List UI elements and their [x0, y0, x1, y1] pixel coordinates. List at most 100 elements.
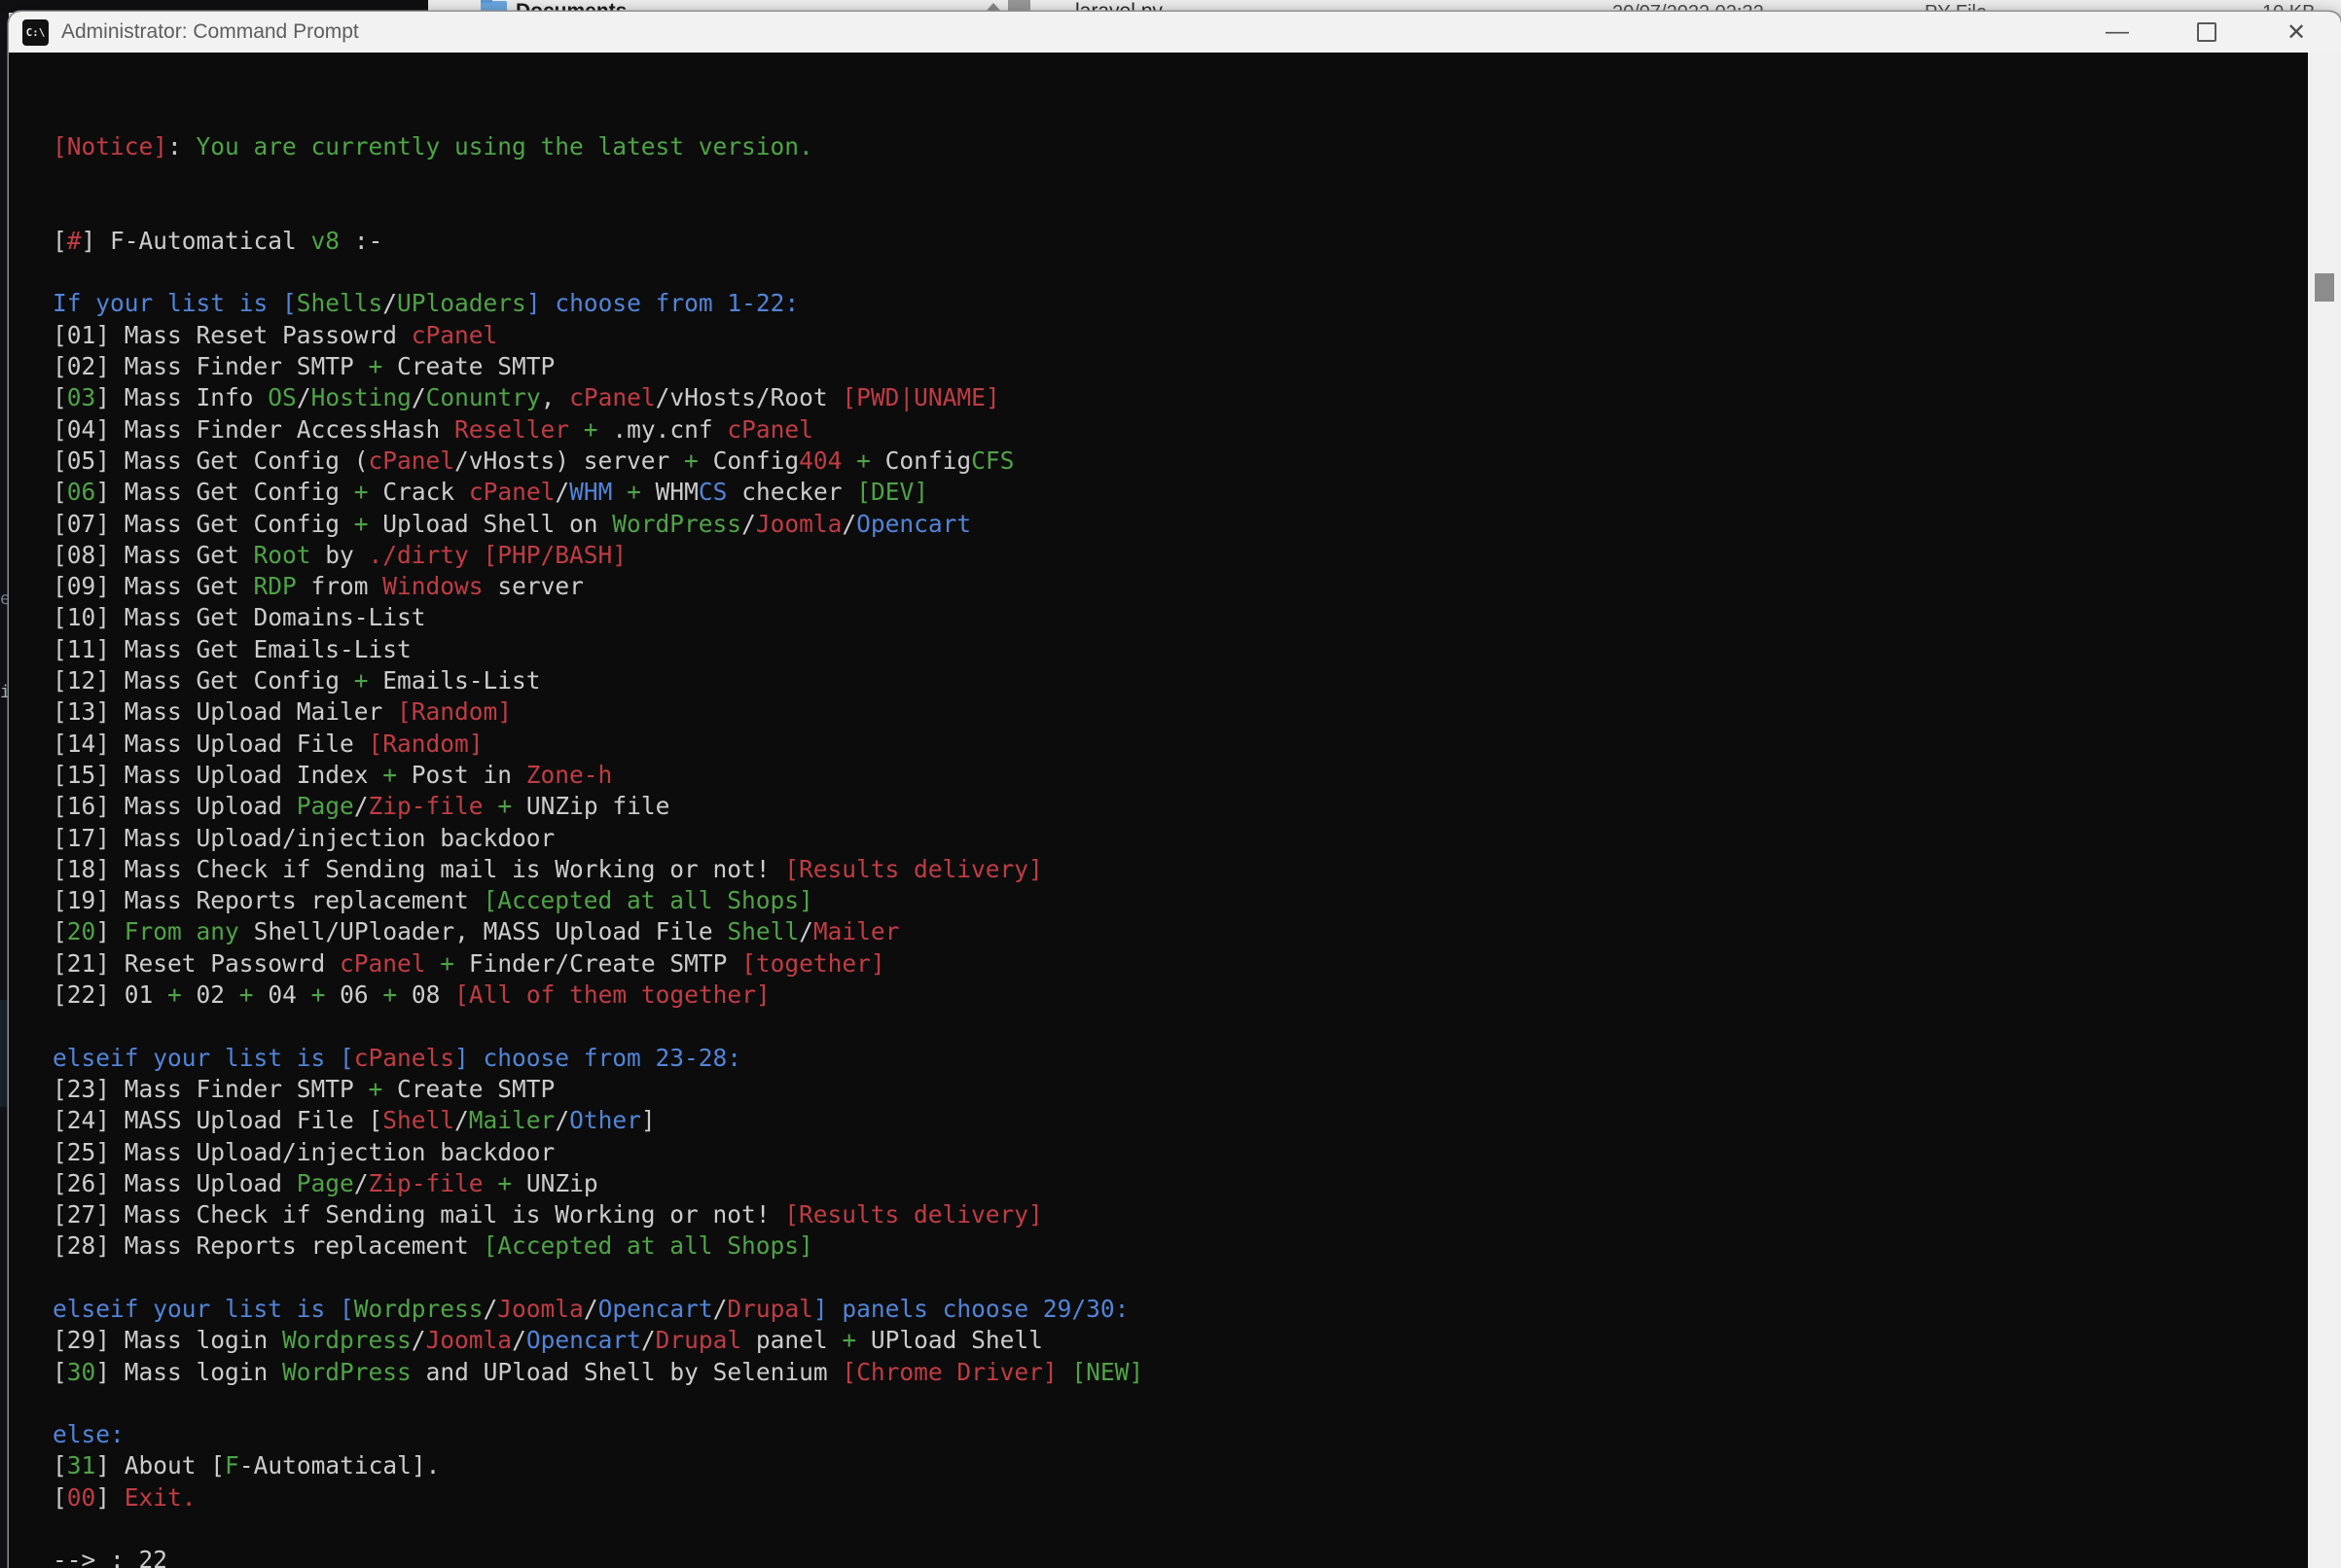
- terminal-text-segment: /: [354, 1169, 369, 1197]
- terminal-line: [04] Mass Finder AccessHash Reseller + .…: [53, 414, 2308, 445]
- terminal-text-segment: [: [53, 478, 67, 506]
- terminal-text-segment: WHM: [641, 478, 699, 506]
- terminal-line: [12] Mass Get Config + Emails-List: [53, 665, 2308, 696]
- terminal-text-segment: +: [382, 980, 397, 1009]
- terminal-line: [00] Exit.: [53, 1482, 2308, 1514]
- terminal-text-segment: [together]: [741, 949, 885, 978]
- terminal-line: [05] Mass Get Config (cPanel/vHosts) ser…: [53, 445, 2308, 477]
- terminal-text-segment: +: [684, 446, 699, 475]
- terminal-text-segment: +: [856, 446, 871, 475]
- terminal-text-segment: +: [354, 666, 369, 695]
- terminal-text-segment: Mailer: [469, 1106, 556, 1134]
- terminal-text-segment: ] panels choose 29/30:: [813, 1295, 1130, 1323]
- terminal-text-segment: /vHosts/Root: [656, 383, 843, 411]
- terminal-text-segment: WordPress: [282, 1358, 412, 1386]
- terminal-text-segment: Drupal: [727, 1295, 813, 1323]
- terminal-text-segment: [10] Mass Get Domains-List: [53, 603, 426, 631]
- terminal-text-segment: 02: [182, 980, 239, 1009]
- close-button[interactable]: ✕: [2251, 12, 2341, 53]
- terminal-text-segment: Root: [254, 541, 311, 569]
- terminal-text-segment: [15] Mass Upload Index: [53, 761, 382, 789]
- terminal-text-segment: [612, 478, 627, 506]
- terminal-text-segment: [29] Mass login: [53, 1326, 282, 1354]
- terminal-text-segment: You are currently using the latest versi…: [182, 132, 813, 160]
- terminal-text-segment: +: [354, 478, 369, 506]
- terminal-text-segment: by: [311, 541, 369, 569]
- close-icon: ✕: [2287, 18, 2306, 47]
- terminal-text-segment: +: [354, 510, 369, 538]
- terminal-text-segment: [: [53, 1451, 67, 1479]
- terminal-line: [53, 162, 2308, 194]
- terminal-text-segment: /: [454, 1106, 469, 1134]
- terminal-text-segment: 03: [67, 383, 96, 411]
- minimize-button[interactable]: —: [2072, 12, 2162, 53]
- terminal-text-segment: #: [67, 227, 82, 255]
- terminal-text-segment: Zip-file: [369, 792, 484, 820]
- terminal-line: [14] Mass Upload File [Random]: [53, 729, 2308, 760]
- terminal-text-segment: Drupal: [656, 1326, 742, 1354]
- terminal-text-segment: elseif your list is [: [53, 1295, 354, 1323]
- terminal-text-segment: ] F-Automatical: [82, 227, 311, 255]
- terminal-text-segment: [21] Reset Passowrd: [53, 949, 340, 978]
- terminal-text-segment: +: [842, 1326, 856, 1354]
- maximize-button[interactable]: [2162, 12, 2251, 53]
- terminal-line: [22] 01 + 02 + 04 + 06 + 08 [All of them…: [53, 980, 2308, 1011]
- terminal-text-segment: panel: [741, 1326, 842, 1354]
- terminal-text-segment: [NEW]: [1071, 1358, 1143, 1386]
- terminal-text-segment: [08] Mass Get: [53, 541, 254, 569]
- cmd-icon[interactable]: C:\: [22, 19, 49, 46]
- terminal-text-segment: RDP: [254, 572, 297, 600]
- terminal-text-segment: /: [713, 1295, 728, 1323]
- terminal-text-segment: [07] Mass Get Config: [53, 510, 354, 538]
- terminal-line: [18] Mass Check if Sending mail is Worki…: [53, 854, 2308, 885]
- terminal-text-segment: [09] Mass Get: [53, 572, 254, 600]
- terminal-text-segment: CS: [699, 478, 728, 506]
- terminal-text-segment: else:: [53, 1420, 125, 1448]
- terminal-line: [08] Mass Get Root by ./dirty [PHP/BASH]: [53, 540, 2308, 571]
- terminal-line: [11] Mass Get Emails-List: [53, 634, 2308, 665]
- terminal-text-segment: /: [741, 510, 756, 538]
- terminal-line: [53, 1388, 2308, 1419]
- terminal-scrollbar[interactable]: [2308, 53, 2341, 1568]
- terminal-text-segment: [1058, 1358, 1072, 1386]
- terminal-output[interactable]: [Notice]: You are currently using the la…: [9, 53, 2308, 1568]
- terminal-text-segment: [: [53, 227, 67, 255]
- terminal-text-segment: [Results delivery]: [784, 855, 1043, 883]
- terminal-line: [19] Mass Reports replacement [Accepted …: [53, 885, 2308, 916]
- maximize-icon: [2197, 22, 2216, 42]
- terminal-text-segment: server: [484, 572, 584, 600]
- titlebar[interactable]: C:\ Administrator: Command Prompt — ✕: [9, 12, 2341, 53]
- terminal-scrollbar-thumb[interactable]: [2315, 273, 2334, 302]
- terminal-text-segment: /vHosts) server: [454, 446, 684, 475]
- terminal-text-segment: Zone-h: [526, 761, 613, 789]
- terminal-text-segment: [569, 415, 584, 444]
- terminal-text-segment: Shell: [382, 1106, 454, 1134]
- terminal-text-segment: /: [412, 383, 426, 411]
- terminal-text-segment: [: [53, 917, 67, 945]
- command-prompt-window: C:\ Administrator: Command Prompt — ✕ [N…: [9, 12, 2341, 1568]
- terminal-text-segment: /: [555, 478, 569, 506]
- terminal-text-segment: Joomla: [497, 1295, 584, 1323]
- terminal-line: [09] Mass Get RDP from Windows server: [53, 571, 2308, 602]
- terminal-text-segment: ] choose from 1-22:: [526, 289, 799, 317]
- terminal-text-segment: 30: [67, 1358, 96, 1386]
- terminal-text-segment: ]: [641, 1106, 656, 1134]
- terminal-text-segment: [23] Mass Finder SMTP: [53, 1075, 369, 1103]
- terminal-text-segment: [426, 949, 441, 978]
- terminal-line: [03] Mass Info OS/Hosting/Conuntry, cPan…: [53, 382, 2308, 413]
- terminal-text-segment: [24] MASS Upload File [: [53, 1106, 382, 1134]
- terminal-line: [06] Mass Get Config + Crack cPanel/WHM …: [53, 477, 2308, 508]
- terminal-line: [53, 1263, 2308, 1294]
- terminal-text-segment: UPloaders: [397, 289, 526, 317]
- terminal-text-segment: 20: [67, 917, 96, 945]
- terminal-text-segment: cPanel: [412, 321, 498, 349]
- terminal-line: [01] Mass Reset Passowrd cPanel: [53, 320, 2308, 351]
- terminal-line: [16] Mass Upload Page/Zip-file + UNZip f…: [53, 791, 2308, 822]
- terminal-line: [53, 1514, 2308, 1545]
- terminal-text-segment: --> : 22: [53, 1546, 167, 1568]
- terminal-text-segment: If your list is [: [53, 289, 297, 317]
- terminal-text-segment: Config: [871, 446, 971, 475]
- terminal-text-segment: 04: [254, 980, 311, 1009]
- terminal-text-segment: Joomla: [426, 1326, 513, 1354]
- terminal-text-segment: /: [842, 510, 856, 538]
